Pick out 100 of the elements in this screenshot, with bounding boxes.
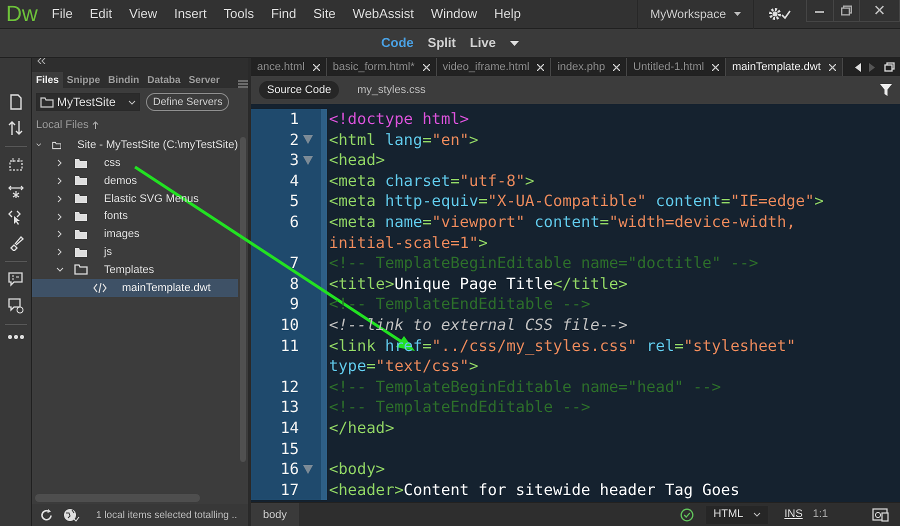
code-line: <!-- TemplateBeginEditable name="head" --> xyxy=(328,376,721,398)
tag-breadcrumb[interactable]: body xyxy=(251,502,299,526)
chevron-right-icon[interactable] xyxy=(56,230,64,238)
menu-item[interactable]: Edit xyxy=(90,4,112,24)
code-line: <!-- TemplateBeginEditable name="doctitle" --> xyxy=(328,253,758,274)
view-mode-tab[interactable]: Live xyxy=(470,33,496,53)
code-line: initial-scale=1"> xyxy=(328,232,488,254)
code-file-icon xyxy=(93,282,107,293)
filter-icon[interactable] xyxy=(880,84,892,96)
tree-item[interactable]: css xyxy=(32,154,238,172)
fold-icon[interactable] xyxy=(303,464,313,474)
line-number: 10 xyxy=(280,314,299,336)
document-icon[interactable] xyxy=(8,94,22,110)
device-preview-icon[interactable] xyxy=(872,508,890,522)
line-number: 16 xyxy=(280,459,299,480)
view-mode-tab[interactable]: Split xyxy=(428,33,456,53)
line-number: 8 xyxy=(290,274,299,294)
restore-icon[interactable] xyxy=(884,62,895,72)
folder-icon xyxy=(74,175,88,186)
caret-icon xyxy=(753,512,762,517)
line-number: 15 xyxy=(280,438,299,460)
menu-icon[interactable] xyxy=(238,80,248,88)
site-dropdown[interactable]: MyTestSite xyxy=(36,93,140,111)
fold-icon[interactable] xyxy=(303,135,313,144)
refresh-icon[interactable] xyxy=(40,508,53,522)
sort-icon[interactable] xyxy=(8,120,24,136)
line-number: 14 xyxy=(280,418,299,438)
tree-item[interactable]: Site - MyTestSite (C:\myTestSite) xyxy=(32,136,238,154)
related-file-tab[interactable]: Source Code xyxy=(259,81,340,99)
menu-item[interactable]: Insert xyxy=(174,4,207,24)
line-number: 3 xyxy=(290,150,299,171)
code-line: </head> xyxy=(328,418,394,438)
tree-item[interactable]: js xyxy=(32,243,238,262)
code-line: type="text/css"> xyxy=(328,356,478,377)
sort-arrow-icon[interactable] xyxy=(92,121,99,130)
folder-icon xyxy=(74,158,88,169)
code-line: <!doctype html> xyxy=(328,109,469,130)
view-mode-tab[interactable]: Code xyxy=(381,33,414,53)
vertical-scrollbar[interactable] xyxy=(240,136,246,462)
folder-icon xyxy=(74,193,88,204)
width-icon[interactable] xyxy=(8,183,24,199)
line-number: 7 xyxy=(290,253,299,274)
code-line: <title>Unique Page Title</title> xyxy=(328,274,628,294)
document-tab[interactable]: mainTemplate.dwt xyxy=(726,58,843,76)
panel-tab[interactable]: Databa xyxy=(143,72,185,88)
tree-item[interactable]: mainTemplate.dwt xyxy=(32,278,238,297)
panel-tab[interactable]: Snippe xyxy=(62,72,104,88)
folder-icon xyxy=(52,140,62,151)
tree-item[interactable]: fonts xyxy=(32,208,238,226)
more-icon[interactable] xyxy=(8,335,24,339)
code-cursor-icon[interactable] xyxy=(8,209,24,225)
menu-item[interactable]: Tools xyxy=(224,4,254,24)
collapse-icon[interactable] xyxy=(37,58,46,64)
chevron-right-icon[interactable] xyxy=(56,212,64,221)
scroll-left-icon[interactable] xyxy=(855,62,861,72)
dashed-box-icon[interactable] xyxy=(8,157,24,173)
chevron-right-icon[interactable] xyxy=(56,194,64,203)
menu-item[interactable]: Window xyxy=(430,4,478,24)
brush-icon[interactable] xyxy=(8,235,24,251)
panel-tab[interactable]: Files xyxy=(32,72,63,88)
fold-icon[interactable] xyxy=(303,156,313,165)
caret-icon[interactable] xyxy=(510,40,519,46)
tree-item[interactable]: Templates xyxy=(32,261,238,279)
menu-item[interactable]: File xyxy=(52,4,73,24)
line-number: 6 xyxy=(290,212,299,233)
menu-item[interactable]: Find xyxy=(270,4,296,24)
files-status-text: 1 local items selected totalling .. xyxy=(96,508,238,522)
folder-icon xyxy=(74,228,88,240)
chevron-down-icon[interactable] xyxy=(56,266,64,274)
globe-check-icon[interactable] xyxy=(63,508,80,522)
tree-item[interactable]: images xyxy=(32,225,238,244)
menu-item[interactable]: Help xyxy=(494,4,521,24)
code-line: <body> xyxy=(328,459,385,480)
comment-check-icon[interactable] xyxy=(8,298,24,314)
panel-tab[interactable]: Server xyxy=(184,72,224,88)
chevron-right-icon[interactable] xyxy=(56,159,64,168)
line-number: 2 xyxy=(290,130,299,150)
line-number: 1 xyxy=(290,109,299,130)
app-logo: Dw xyxy=(5,3,39,25)
cursor-position: 1:1 xyxy=(812,507,828,522)
line-number: 11 xyxy=(280,336,299,356)
settings-icon[interactable] xyxy=(768,7,792,21)
line-number: 4 xyxy=(290,170,299,192)
code-line: <meta http-equiv="X-UA-Compatible" content="IE=edge"> xyxy=(328,191,824,212)
insert-mode-toggle[interactable]: INS xyxy=(784,506,803,523)
chevron-right-icon[interactable] xyxy=(56,248,64,256)
folder-icon xyxy=(74,246,88,258)
menu-item[interactable]: View xyxy=(129,4,158,24)
define-servers-button[interactable]: Define Servers xyxy=(146,93,230,111)
language-dropdown[interactable]: HTML xyxy=(706,506,768,524)
caret-icon xyxy=(128,100,136,104)
panel-tab[interactable]: Bindin xyxy=(104,72,144,88)
related-file-tab[interactable]: my_styles.css xyxy=(349,81,434,99)
chevron-right-icon[interactable] xyxy=(56,176,64,185)
tree-item[interactable]: demos xyxy=(32,172,238,190)
folder-icon xyxy=(74,264,88,276)
comment-icon[interactable] xyxy=(8,272,24,288)
menu-item[interactable]: Site xyxy=(313,4,336,24)
caret-icon xyxy=(734,12,741,16)
menu-item[interactable]: WebAssist xyxy=(352,4,414,24)
